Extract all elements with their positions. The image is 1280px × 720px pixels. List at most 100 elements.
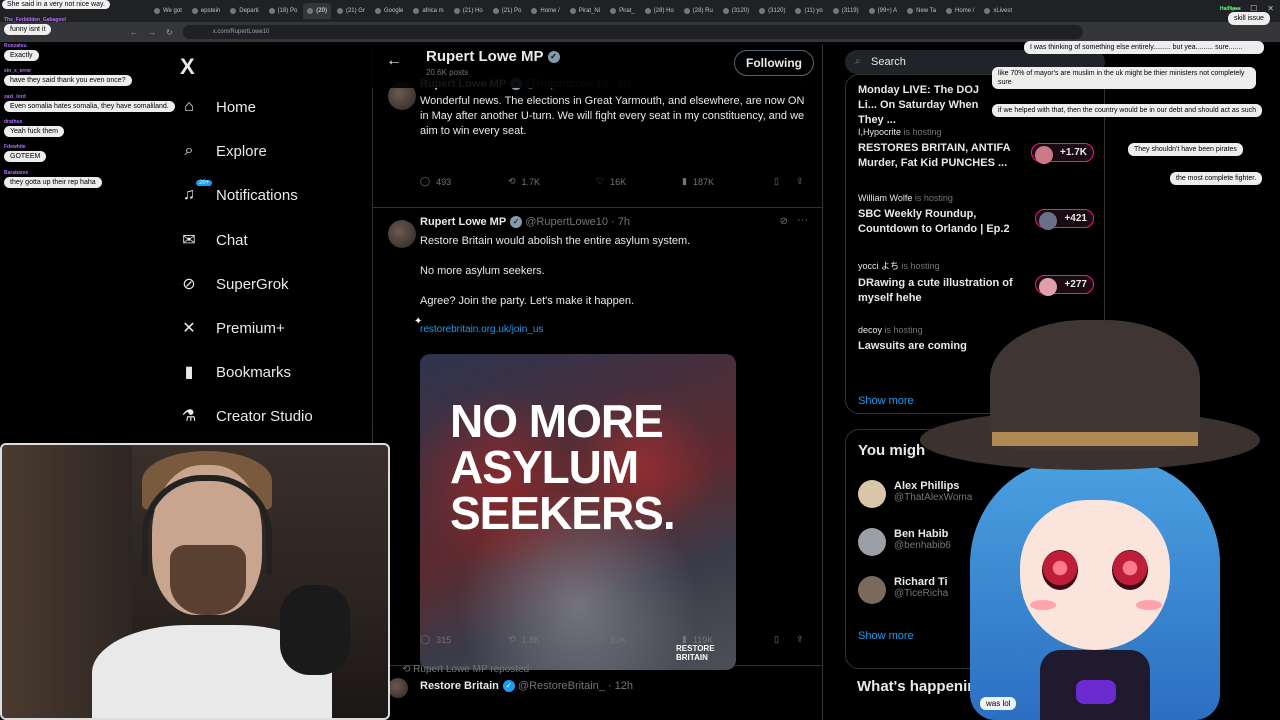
share-button[interactable]: ⇪ xyxy=(796,176,804,187)
browser-tab[interactable]: Pirat_Ni xyxy=(566,3,604,19)
browser-tab[interactable]: (20) xyxy=(303,3,331,19)
like-count: 10K xyxy=(610,634,627,645)
avatar xyxy=(858,480,886,508)
tweet-header: Restore Britain ✓ @RestoreBritain_ · 12h xyxy=(420,680,633,693)
browser-tab[interactable]: (3119) xyxy=(829,3,863,19)
author-handle[interactable]: @RestoreBritain_ · 12h xyxy=(518,680,633,692)
reply-count: 493 xyxy=(436,176,452,187)
chat-username: Fdewhite xyxy=(4,144,26,150)
browser-tab[interactable]: (3120) xyxy=(755,3,789,19)
like-button[interactable]: ♡ 10K xyxy=(596,634,626,645)
browser-tab[interactable]: (99+) A xyxy=(865,3,902,19)
browser-tab[interactable]: (28) Ru xyxy=(680,3,717,19)
space-item[interactable]: yocci よち is hosting DRawing a cute illus… xyxy=(858,259,1094,306)
tweet-item[interactable]: Rupert Lowe MP ✓ @RupertLowe10 · 7h ⊘ ···… xyxy=(372,208,822,670)
reply-button[interactable]: ◯ 315 xyxy=(420,634,451,645)
tweet-link[interactable]: restorebritain.org.uk/join_us xyxy=(420,324,543,335)
nav-item-bookmarks[interactable]: ▮ Bookmarks xyxy=(180,362,291,382)
bookmark-button[interactable]: ▯ xyxy=(774,176,779,187)
views-button[interactable]: ▮ 187K xyxy=(682,176,714,187)
nav-item-label: Premium+ xyxy=(216,319,285,337)
browser-tab[interactable]: (18) Po xyxy=(265,3,302,19)
reply-button[interactable]: ◯ 493 xyxy=(420,176,451,187)
author-name[interactable]: Rupert Lowe MP xyxy=(420,216,506,228)
browser-tab[interactable]: epstein xyxy=(188,3,224,19)
space-title: RESTORES BRITAIN, ANTIFA Murder, Fat Kid… xyxy=(858,142,1011,169)
browser-tab[interactable]: africa m xyxy=(409,3,447,19)
more-options-icon[interactable]: ··· xyxy=(797,214,808,226)
nav-item-label: Notifications xyxy=(216,186,298,204)
browser-tab[interactable]: (28) Ho xyxy=(641,3,678,19)
browser-tab[interactable]: We got xyxy=(150,3,186,19)
chat-message: Exactly xyxy=(4,50,39,61)
browser-tab[interactable]: (3120) xyxy=(719,3,753,19)
nav-item-explore[interactable]: ⌕ Explore xyxy=(180,142,267,160)
x-icon: ✕ xyxy=(182,320,196,337)
host-name: decoy xyxy=(858,325,883,335)
space-host: I,Hypocrite is hosting xyxy=(858,127,1094,137)
tab-favicon-icon xyxy=(268,8,275,14)
space-listen-button[interactable]: +421 xyxy=(1035,209,1094,230)
browser-tab[interactable]: Google xyxy=(371,3,407,19)
vtuber-avatar xyxy=(900,320,1280,720)
nav-item-home[interactable]: ⌂ Home xyxy=(180,98,256,116)
browser-tab[interactable]: Home / xyxy=(527,3,563,19)
tab-favicon-icon xyxy=(336,8,343,14)
tab-label: Departi xyxy=(239,8,259,14)
tab-label: (28) Ru xyxy=(692,8,713,14)
avatar xyxy=(1035,146,1054,164)
vtuber-blush xyxy=(1136,600,1162,610)
browser-tab[interactable]: Departi xyxy=(226,3,262,19)
x-logo-icon[interactable]: X xyxy=(180,54,195,80)
nav-item-chat[interactable]: ✉ Chat xyxy=(180,230,247,250)
like-button[interactable]: ♡ 16K xyxy=(596,176,626,187)
browser-tab[interactable]: (11) yo xyxy=(791,3,826,19)
browser-tab[interactable]: (21) Po xyxy=(489,3,526,19)
tab-label: (21) Gr xyxy=(345,8,365,14)
close-icon[interactable]: ✕ xyxy=(1267,4,1274,13)
chat-message: I was thinking of something else entirel… xyxy=(1024,41,1264,54)
nav-item-label: SuperGrok xyxy=(216,275,289,293)
grok-icon[interactable]: ⊘ xyxy=(780,216,788,227)
nav-item-supergrok[interactable]: ⊘ SuperGrok xyxy=(180,274,289,294)
repost-count: 1.8K xyxy=(521,634,541,645)
repost-button[interactable]: ⟲ 1.7K xyxy=(508,176,540,187)
browser-tab[interactable]: (21) Gr xyxy=(333,3,369,19)
browser-tab[interactable]: (21) Ho xyxy=(450,3,487,19)
avatar[interactable] xyxy=(388,220,416,248)
forward-nav-icon[interactable]: → xyxy=(148,28,156,37)
space-listen-button[interactable]: +277 xyxy=(1035,275,1094,296)
reload-icon[interactable]: ↻ xyxy=(166,28,173,37)
tweet-media-image[interactable]: NO MORE ASYLUM SEEKERS. RESTORE BRITAIN xyxy=(420,354,736,670)
url-field[interactable]: x.com/RupertLowe10 xyxy=(182,25,1083,39)
bookmark-button[interactable]: ▯ xyxy=(774,634,779,645)
tweet-item[interactable]: Rupert Lowe MP✓ @RupertLowe10 · 5h ··· W… xyxy=(372,74,822,208)
space-title: SBC Weekly Roundup, Countdown to Orlando… xyxy=(858,208,1010,235)
column-divider xyxy=(822,44,823,720)
browser-tab[interactable]: Home / xyxy=(942,3,978,19)
browser-tab[interactable]: New Ta xyxy=(903,3,940,19)
browser-tab[interactable]: xLivest xyxy=(980,3,1016,19)
nav-item-creator-studio[interactable]: ⚗ Creator Studio xyxy=(180,406,313,426)
space-listen-button[interactable]: +1.7K xyxy=(1031,143,1094,164)
author-name[interactable]: Restore Britain xyxy=(420,680,499,692)
following-button[interactable]: Following xyxy=(734,50,814,76)
share-button[interactable]: ⇪ xyxy=(796,634,804,645)
views-button[interactable]: ▮ 119K xyxy=(682,634,713,645)
avatar[interactable] xyxy=(388,678,408,698)
repost-button[interactable]: ⟲ 1.8K xyxy=(508,634,540,645)
tab-favicon-icon xyxy=(374,8,381,14)
nav-item-notifications[interactable]: ♫ 20+ Notifications xyxy=(180,180,298,204)
author-handle[interactable]: @RupertLowe10 · 7h xyxy=(525,216,630,228)
back-nav-icon[interactable]: ← xyxy=(130,28,138,37)
browser-tab[interactable]: Pirat_ xyxy=(606,3,639,19)
headphones-icon xyxy=(142,475,272,575)
tweet-text: Wonderful news. The elections in Great Y… xyxy=(420,95,805,137)
space-item[interactable]: William Wolfe is hosting SBC Weekly Roun… xyxy=(858,193,1094,237)
search-icon: ⌕ xyxy=(855,56,861,67)
nav-item-premium[interactable]: ✕ Premium+ xyxy=(180,318,285,338)
back-arrow-icon[interactable]: ← xyxy=(386,52,402,70)
chat-message: funny isnt it xyxy=(4,24,52,35)
chat-message: GOTEEM xyxy=(4,151,47,162)
space-item[interactable]: I,Hypocrite is hosting RESTORES BRITAIN,… xyxy=(858,127,1094,171)
